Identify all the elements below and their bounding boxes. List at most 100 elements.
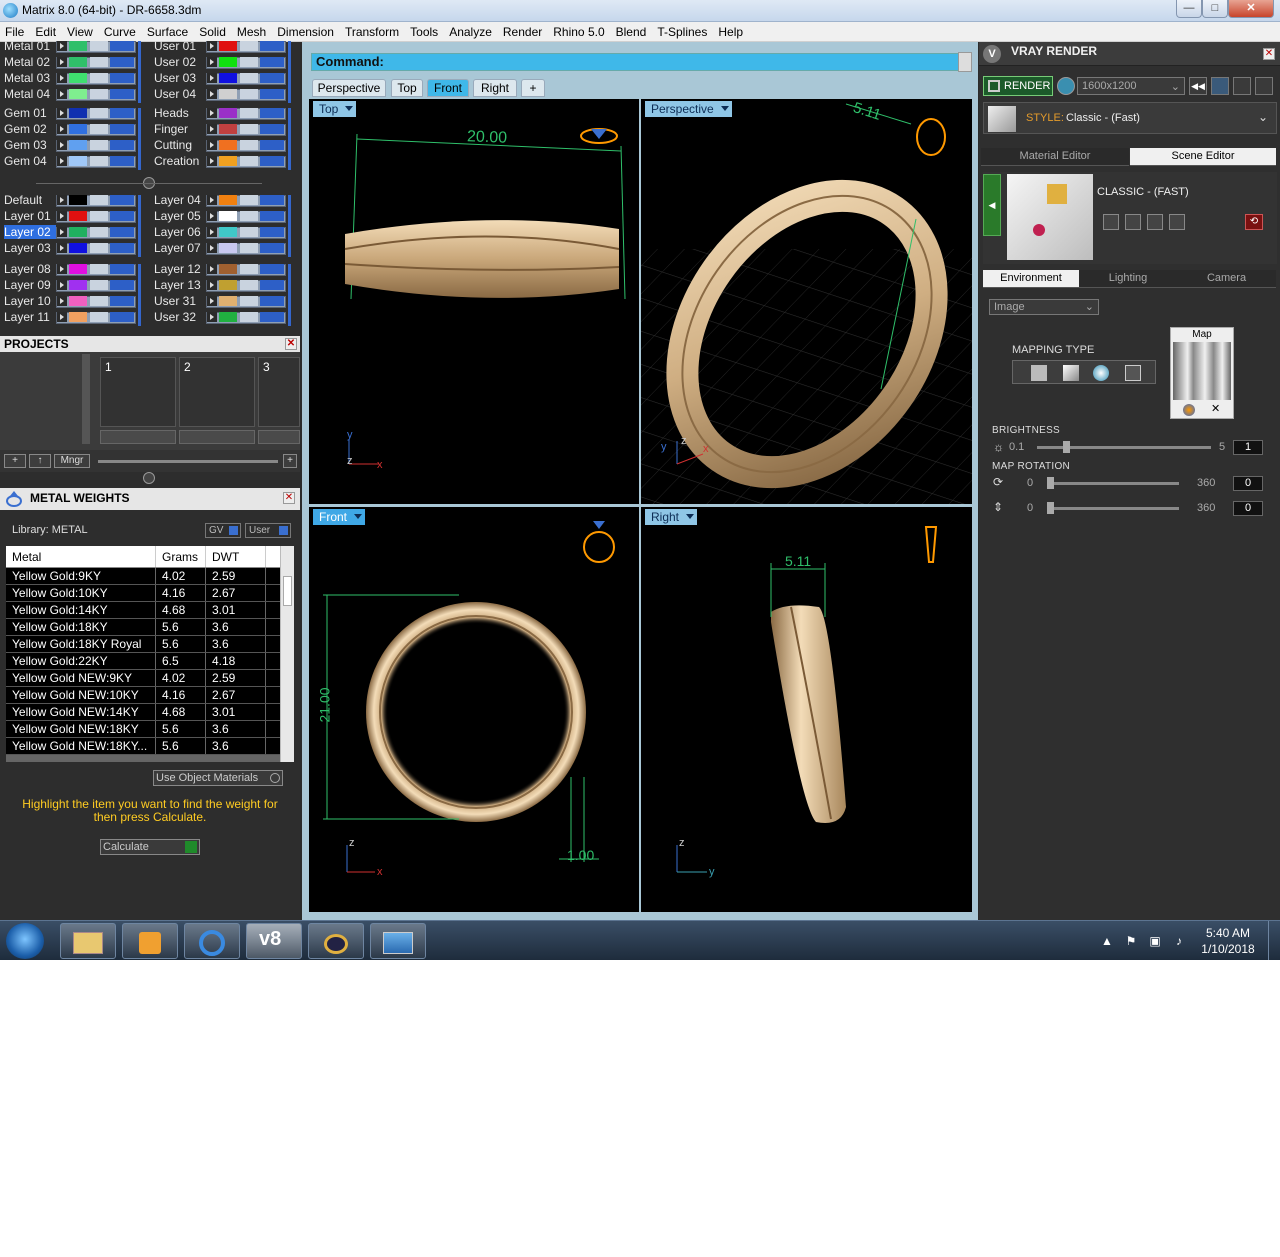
expand-arrow-icon[interactable]: [57, 57, 67, 67]
lock-icon[interactable]: [90, 156, 108, 166]
rotation-value[interactable]: 0: [1233, 476, 1263, 491]
expand-arrow-icon[interactable]: [57, 227, 67, 237]
layer-name[interactable]: Layer 07: [154, 241, 206, 255]
layer-name[interactable]: Layer 04: [154, 193, 206, 207]
tab-front[interactable]: Front: [427, 79, 469, 97]
layer-color-swatch[interactable]: [69, 57, 87, 67]
expand-arrow-icon[interactable]: [207, 195, 217, 205]
layer-row[interactable]: User 02: [150, 55, 290, 70]
layer-row[interactable]: Layer 13: [150, 278, 290, 293]
layer-row[interactable]: Layer 06: [150, 225, 290, 240]
system-clock[interactable]: 5:40 AM 1/10/2018: [1198, 925, 1258, 957]
use-object-materials-button[interactable]: Use Object Materials: [153, 770, 283, 786]
expand-arrow-icon[interactable]: [207, 264, 217, 274]
table-row[interactable]: Yellow Gold NEW:18KY... 5.6 3.6: [6, 738, 294, 755]
table-row[interactable]: Yellow Gold:22KY 6.5 4.18: [6, 653, 294, 670]
layer-row[interactable]: Layer 03: [0, 241, 140, 256]
project-slot-1[interactable]: 1: [100, 357, 176, 427]
project-slot-3[interactable]: 3: [258, 357, 300, 427]
menu-analyze[interactable]: Analyze: [444, 22, 498, 41]
visibility-icon[interactable]: [110, 156, 134, 166]
layer-name[interactable]: User 02: [154, 55, 206, 69]
layer-row[interactable]: Layer 10: [0, 294, 140, 309]
viewport-top[interactable]: Top 20.00 y z x: [309, 99, 639, 504]
lock-icon[interactable]: [90, 296, 108, 306]
layer-color-swatch[interactable]: [219, 243, 237, 253]
visibility-icon[interactable]: [260, 73, 284, 83]
layer-name[interactable]: Creation: [154, 154, 206, 168]
expand-arrow-icon[interactable]: [57, 140, 67, 150]
layer-color-swatch[interactable]: [219, 211, 237, 221]
collapse-handle[interactable]: [143, 472, 155, 484]
lock-icon[interactable]: [240, 227, 258, 237]
layer-row[interactable]: User 32: [150, 310, 290, 325]
gv-toggle[interactable]: GV: [205, 523, 241, 538]
expand-arrow-icon[interactable]: [57, 124, 67, 134]
layer-row[interactable]: Metal 04: [0, 87, 140, 102]
layer-color-swatch[interactable]: [69, 243, 87, 253]
expand-arrow-icon[interactable]: [57, 211, 67, 221]
lock-icon[interactable]: [240, 211, 258, 221]
layer-row[interactable]: Layer 02: [0, 225, 140, 240]
expand-arrow-icon[interactable]: [57, 243, 67, 253]
lock-icon[interactable]: [240, 280, 258, 290]
project-tools[interactable]: [100, 430, 176, 444]
layer-color-swatch[interactable]: [69, 227, 87, 237]
visibility-icon[interactable]: [260, 312, 284, 322]
zoom-plus-button[interactable]: +: [283, 454, 297, 468]
tab-lighting[interactable]: Lighting: [1079, 270, 1177, 288]
menu-mesh[interactable]: Mesh: [232, 22, 272, 41]
layer-color-swatch[interactable]: [69, 296, 87, 306]
map-clear-icon[interactable]: ✕: [1211, 402, 1223, 416]
user-toggle[interactable]: User: [245, 523, 291, 538]
lock-icon[interactable]: [90, 41, 108, 51]
layer-row[interactable]: Creation: [150, 154, 290, 169]
menu-blend[interactable]: Blend: [611, 22, 653, 41]
visibility-icon[interactable]: [110, 195, 134, 205]
layer-color-swatch[interactable]: [219, 280, 237, 290]
table-row[interactable]: Yellow Gold:18KY 5.6 3.6: [6, 619, 294, 636]
style-selector[interactable]: STYLE: Classic - (Fast) ⌄: [983, 102, 1277, 134]
expand-arrow-icon[interactable]: [207, 140, 217, 150]
visibility-icon[interactable]: [110, 124, 134, 134]
table-row[interactable]: Yellow Gold:9KY 4.02 2.59: [6, 568, 294, 585]
collapse-arrow-icon[interactable]: ◀: [983, 174, 1001, 236]
layer-name[interactable]: Cutting: [154, 138, 206, 152]
viewport-front[interactable]: Front 21.00 1.00 z x: [309, 507, 639, 912]
layer-name[interactable]: Metal 04: [4, 87, 56, 101]
layer-color-swatch[interactable]: [69, 89, 87, 99]
project-tools[interactable]: [179, 430, 255, 444]
render-button[interactable]: RENDER: [983, 76, 1053, 96]
viewport-label-top[interactable]: Top: [313, 101, 357, 117]
expand-arrow-icon[interactable]: [57, 280, 67, 290]
layer-color-swatch[interactable]: [69, 312, 87, 322]
environment-type-select[interactable]: Image ⌄: [989, 299, 1099, 315]
layer-row[interactable]: Layer 07: [150, 241, 290, 256]
layer-name[interactable]: Layer 01: [4, 209, 56, 223]
visibility-icon[interactable]: [260, 243, 284, 253]
table-row[interactable]: Yellow Gold:18KY Royal 5.6 3.6: [6, 636, 294, 653]
expand-arrow-icon[interactable]: [57, 108, 67, 118]
layer-row[interactable]: Metal 01: [0, 39, 140, 54]
show-desktop-button[interactable]: [1268, 921, 1280, 960]
menu-help[interactable]: Help: [713, 22, 749, 41]
layer-color-swatch[interactable]: [219, 296, 237, 306]
project-tools[interactable]: [258, 430, 300, 444]
visibility-icon[interactable]: [110, 108, 134, 118]
layer-row[interactable]: Layer 08: [0, 262, 140, 277]
layer-name[interactable]: User 31: [154, 294, 206, 308]
table-scrollbar[interactable]: [280, 546, 294, 762]
map-edit-icon[interactable]: [1183, 404, 1195, 416]
visibility-icon[interactable]: [260, 108, 284, 118]
viewport-label-right[interactable]: Right: [645, 509, 698, 525]
expand-arrow-icon[interactable]: [207, 124, 217, 134]
lock-icon[interactable]: [90, 312, 108, 322]
rotation-slider-vertical[interactable]: ⇕ 0 360 0: [993, 500, 1271, 517]
layer-color-swatch[interactable]: [219, 108, 237, 118]
table-row[interactable]: Yellow Gold NEW:10KY 4.16 2.67: [6, 687, 294, 704]
layer-name[interactable]: User 01: [154, 39, 206, 53]
lock-icon[interactable]: [240, 140, 258, 150]
projects-close-icon[interactable]: ✕: [285, 338, 297, 350]
internet-explorer-taskbar-icon[interactable]: [184, 923, 240, 959]
lock-icon[interactable]: [240, 89, 258, 99]
